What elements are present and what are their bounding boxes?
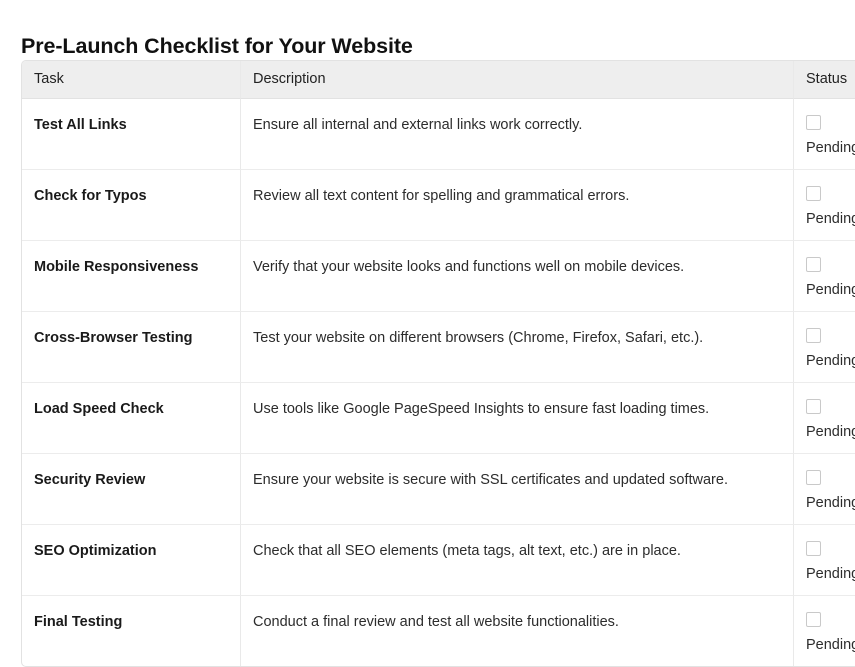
task-status-cell: Pending	[793, 453, 855, 524]
checkbox-empty-icon[interactable]	[806, 115, 821, 130]
task-name-cell: SEO Optimization	[22, 524, 240, 595]
table-row: Security Review Ensure your website is se…	[22, 453, 855, 524]
status-badge: Pending	[806, 637, 855, 653]
task-name-cell: Cross-Browser Testing	[22, 311, 240, 382]
status-badge: Pending	[806, 211, 855, 227]
table-row: Check for Typos Review all text content f…	[22, 169, 855, 240]
table-row: Mobile Responsiveness Verify that your we…	[22, 240, 855, 311]
task-status-cell: Pending	[793, 99, 855, 169]
table-row: Load Speed Check Use tools like Google Pa…	[22, 382, 855, 453]
task-status-cell: Pending	[793, 240, 855, 311]
task-description-cell: Ensure all internal and external links w…	[240, 99, 793, 169]
checkbox-empty-icon[interactable]	[806, 257, 821, 272]
column-header-description: Description	[240, 61, 793, 99]
status-badge: Pending	[806, 566, 855, 582]
checkbox-empty-icon[interactable]	[806, 399, 821, 414]
task-name-cell: Check for Typos	[22, 169, 240, 240]
column-header-status: Status	[793, 61, 855, 99]
task-name-cell: Load Speed Check	[22, 382, 240, 453]
task-name-cell: Final Testing	[22, 595, 240, 666]
table-body: Test All Links Ensure all internal and ex…	[22, 99, 855, 666]
task-description-cell: Use tools like Google PageSpeed Insights…	[240, 382, 793, 453]
task-status-cell: Pending	[793, 524, 855, 595]
checkbox-empty-icon[interactable]	[806, 470, 821, 485]
status-badge: Pending	[806, 495, 855, 511]
checkbox-empty-icon[interactable]	[806, 186, 821, 201]
checkbox-empty-icon[interactable]	[806, 612, 821, 627]
task-name-cell: Mobile Responsiveness	[22, 240, 240, 311]
task-status-cell: Pending	[793, 169, 855, 240]
checklist-table: Task Description Status Test All Links En…	[21, 60, 855, 667]
task-status-cell: Pending	[793, 382, 855, 453]
task-description-cell: Test your website on different browsers …	[240, 311, 793, 382]
checkbox-empty-icon[interactable]	[806, 328, 821, 343]
table-row: SEO Optimization Check that all SEO eleme…	[22, 524, 855, 595]
task-name-cell: Security Review	[22, 453, 240, 524]
page-title: Pre-Launch Checklist for Your Website	[21, 34, 413, 59]
task-description-cell: Review all text content for spelling and…	[240, 169, 793, 240]
checklist-page: Pre-Launch Checklist for Your Website Ta…	[0, 0, 855, 667]
task-description-cell: Conduct a final review and test all webs…	[240, 595, 793, 666]
table-header: Task Description Status	[22, 61, 855, 99]
status-badge: Pending	[806, 140, 855, 156]
status-badge: Pending	[806, 282, 855, 298]
task-description-cell: Check that all SEO elements (meta tags, …	[240, 524, 793, 595]
checkbox-empty-icon[interactable]	[806, 541, 821, 556]
task-name-cell: Test All Links	[34, 117, 127, 133]
column-header-task: Task	[22, 61, 240, 99]
checklist-table-container: Task Description Status Test All Links En…	[21, 60, 855, 667]
table-row: Final Testing Conduct a final review and …	[22, 595, 855, 666]
task-status-cell: Pending	[793, 311, 855, 382]
status-badge: Pending	[806, 353, 855, 369]
table-row: Test All Links Ensure all internal and ex…	[22, 99, 855, 169]
table-header-row: Task Description Status	[22, 61, 855, 99]
status-badge: Pending	[806, 424, 855, 440]
task-description-cell: Ensure your website is secure with SSL c…	[240, 453, 793, 524]
task-status-cell: Pending	[793, 595, 855, 666]
task-description-cell: Verify that your website looks and funct…	[240, 240, 793, 311]
table-row: Cross-Browser Testing Test your website o…	[22, 311, 855, 382]
